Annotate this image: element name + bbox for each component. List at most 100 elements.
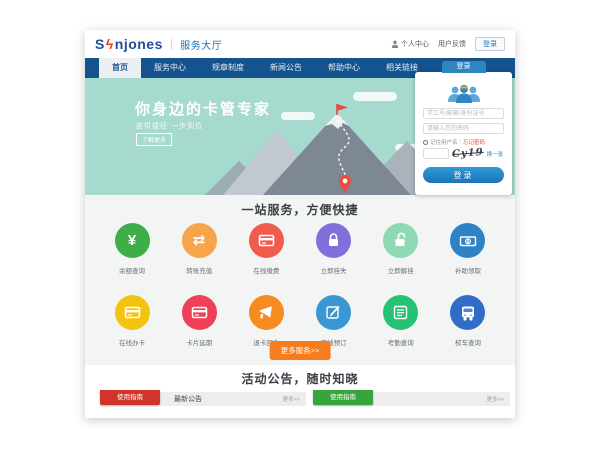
service-circle[interactable] [383,223,418,258]
service-item-online-booking[interactable]: 在线预订 [311,295,357,347]
service-item-card-extension[interactable]: 卡片延期 [176,295,222,347]
nav-item-news[interactable]: 新闻公告 [257,58,315,78]
forgot-password-link[interactable]: 忘记密码 [463,138,485,146]
service-label: 在线缴费 [253,265,279,275]
captcha-row: Cy19 换一张 [423,148,508,159]
bank-card-icon [191,304,208,321]
service-circle[interactable]: ¥ [450,223,485,258]
login-submit-button[interactable]: 登录 [423,167,504,183]
service-item-card-recycle[interactable]: 退卡回收 [243,295,289,347]
service-item-school-bus[interactable]: 校车查询 [445,295,491,347]
portal-page: Sϟnjones | 服务大厅 个人中心 用户反馈 登录 首页 服务中心 规章制… [85,30,515,418]
service-circle[interactable]: ⇄ [182,223,217,258]
service-label: 校车查询 [455,337,481,347]
topbar-login-button[interactable]: 登录 [475,37,505,51]
megaphone-icon [257,304,275,322]
service-label: 转账充值 [186,265,212,275]
edit-icon [325,304,342,321]
service-circle[interactable] [450,295,485,330]
login-tab[interactable]: 登录 [442,61,486,73]
more-link[interactable]: 更多>> [283,395,300,403]
nav-item-help[interactable]: 帮助中心 [315,58,373,78]
password-input[interactable] [423,123,504,134]
site-header: Sϟnjones | 服务大厅 个人中心 用户反馈 登录 [85,30,515,58]
users-group-icon [444,84,484,104]
service-circle[interactable] [249,295,284,330]
bus-icon [459,304,477,322]
unlock-icon [392,232,409,249]
bank-card-icon [258,232,275,249]
remember-row: 记住用户名 | 忘记密码 [423,138,508,146]
service-item-subsidy[interactable]: ¥ 补助领取 [445,223,491,275]
service-item-attendance[interactable]: 考勤查询 [378,295,424,347]
service-circle[interactable] [249,223,284,258]
service-item-transfer[interactable]: ⇄ 转账充值 [176,223,222,275]
user-center-link[interactable]: 个人中心 [391,39,429,49]
services-section: 一站服务，方便快捷 ¥ 余额查询 ⇄ 转账充值 在线缴费 [85,195,515,365]
lock-icon [325,232,342,249]
service-item-balance[interactable]: ¥ 余额查询 [109,223,155,275]
captcha-image[interactable]: Cy19 [452,147,484,160]
nav-item-rules[interactable]: 规章制度 [199,58,257,78]
hero-cta-button[interactable]: 了解更多 [136,133,172,146]
person-icon [391,40,399,48]
service-label: 立即解挂 [388,265,414,275]
username-input[interactable] [423,108,504,119]
announcements-section: 活动公告，随时知晓 使用指南 最新公告 更多>> 使用指南 更多>> [85,365,515,418]
logo-text-prefix: S [95,36,105,52]
remember-divider: | [460,139,461,145]
cloud-shape [353,92,397,101]
logo-text-suffix: njones [115,36,163,52]
service-label: 卡片延期 [186,337,212,347]
more-services-button[interactable]: 更多服务>> [270,341,331,360]
nav-item-service-center[interactable]: 服务中心 [141,58,199,78]
remember-label: 记住用户名 [430,138,458,146]
guide-panel-left: 使用指南 最新公告 更多>> [100,392,306,406]
banknote-icon: ¥ [459,232,477,250]
service-label: 余额查询 [119,265,145,275]
nav-item-home[interactable]: 首页 [99,58,141,78]
hero-title: 你身边的卡管专家 [135,98,271,119]
service-label: 考勤查询 [388,337,414,347]
brand-logo[interactable]: Sϟnjones | 服务大厅 [95,36,222,52]
services-row-1: ¥ 余额查询 ⇄ 转账充值 在线缴费 立即挂失 [109,223,491,275]
latest-announcements-tab[interactable]: 最新公告 [174,394,202,404]
service-circle[interactable] [115,295,150,330]
announcements-title: 活动公告，随时知晓 [85,370,515,387]
usage-guide-ribbon[interactable]: 使用指南 [100,390,160,405]
service-circle[interactable] [383,295,418,330]
screenshot-canvas: Sϟnjones | 服务大厅 个人中心 用户反馈 登录 首页 服务中心 规章制… [0,0,600,450]
service-label: 立即挂失 [321,265,347,275]
service-label: 补助领取 [455,265,481,275]
service-item-unfreeze[interactable]: 立即解挂 [378,223,424,275]
bank-card-icon [124,304,141,321]
topbar-links: 个人中心 用户反馈 登录 [391,37,505,51]
services-row-2: 在线办卡 卡片延期 退卡回收 [109,295,491,347]
transfer-arrows-icon: ⇄ [193,233,206,248]
remember-checkbox[interactable] [423,140,428,145]
service-circle[interactable]: ¥ [115,223,150,258]
captcha-input[interactable] [423,148,449,159]
login-panel: 登录 记住用户名 | 忘记密码 Cy19 换一张 登录 [415,72,512,195]
user-center-label: 个人中心 [401,39,429,49]
service-circle[interactable] [316,295,351,330]
services-title: 一站服务，方便快捷 [85,201,515,218]
logo-bolt-icon: ϟ [106,36,114,52]
user-feedback-label: 用户反馈 [438,39,466,49]
site-title: 服务大厅 [180,37,222,52]
service-item-payment[interactable]: 在线缴费 [243,223,289,275]
usage-guide-ribbon[interactable]: 使用指南 [313,390,373,405]
yuan-icon: ¥ [128,233,136,248]
svg-text:¥: ¥ [467,239,470,245]
service-label: 在线办卡 [119,337,145,347]
hero-subtitle: 提供捷径 一步到位 [136,121,203,131]
list-icon [392,304,409,321]
logo-divider: | [170,38,173,50]
service-circle[interactable] [316,223,351,258]
service-circle[interactable] [182,295,217,330]
service-item-report-loss[interactable]: 立即挂失 [311,223,357,275]
captcha-refresh-link[interactable]: 换一张 [487,150,504,158]
more-link[interactable]: 更多>> [487,395,504,403]
user-feedback-link[interactable]: 用户反馈 [438,39,466,49]
service-item-apply-card[interactable]: 在线办卡 [109,295,155,347]
